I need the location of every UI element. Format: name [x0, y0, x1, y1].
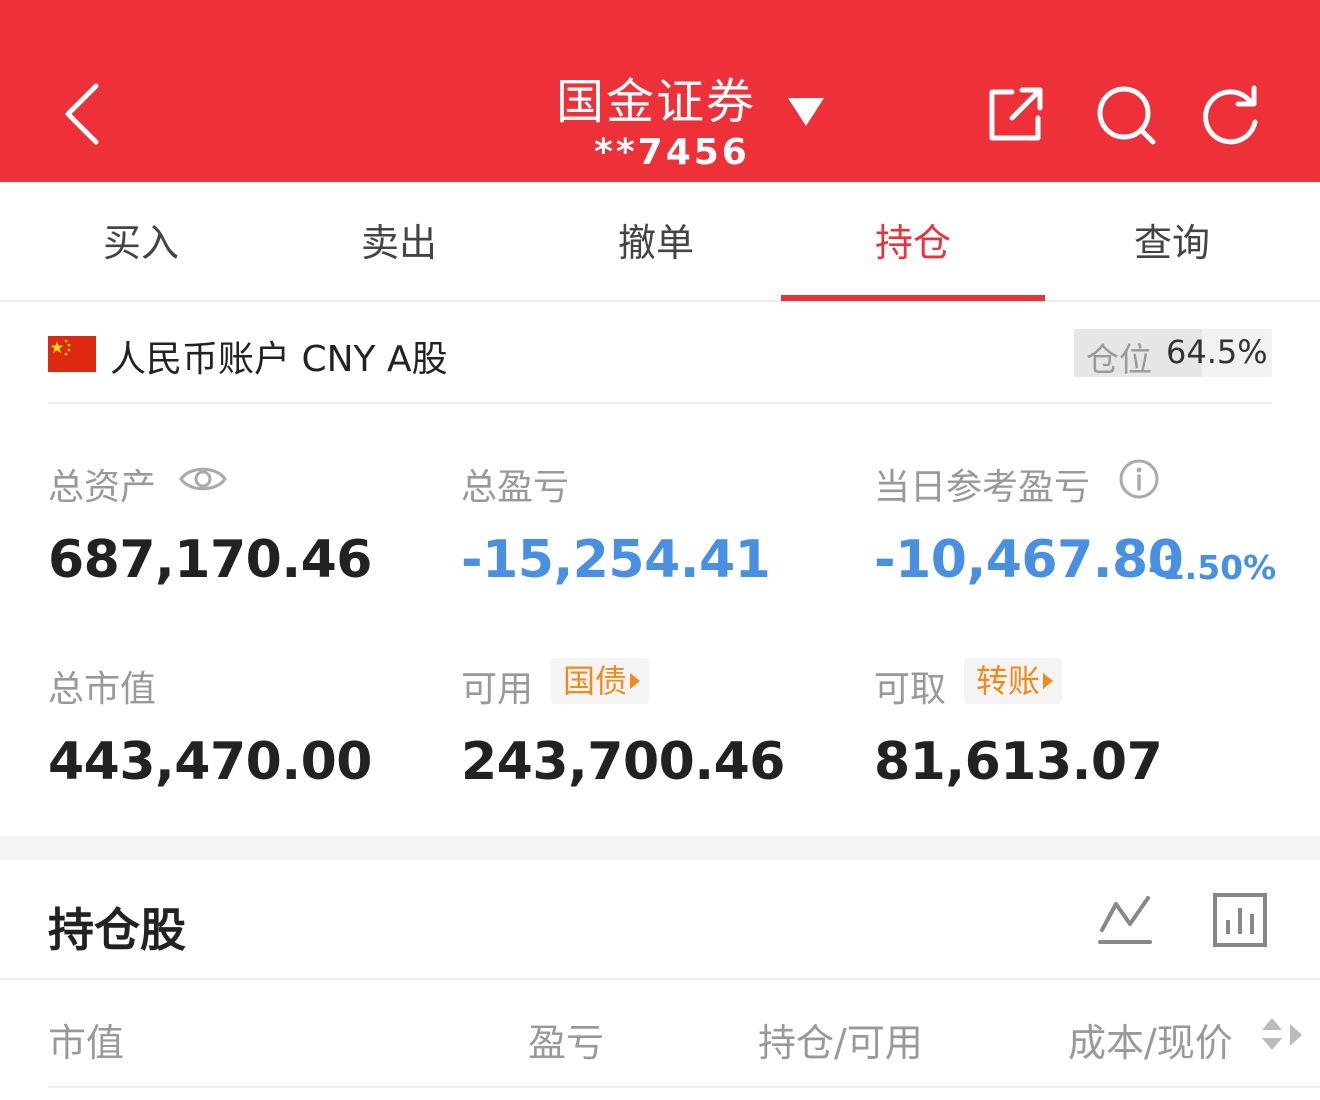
market-value-label: 总市值: [48, 669, 157, 710]
trend-line-icon: [1098, 896, 1152, 944]
share-button[interactable]: [982, 82, 1048, 148]
broker-title: 国金证券: [556, 74, 757, 130]
daily-pnl-percent: -1.50%: [1148, 548, 1277, 587]
position-value: 64.5%: [1166, 333, 1268, 371]
search-icon: [1097, 86, 1156, 145]
available-funds-block: 可用 国债 243,700.46: [461, 658, 881, 810]
account-name: 人民币账户 CNY A股: [110, 339, 448, 380]
position-label: 仓位: [1086, 340, 1152, 377]
account-row: 人民币账户 CNY A股 仓位 64.5%: [48, 302, 1272, 404]
transfer-button[interactable]: 转账: [964, 658, 1063, 704]
holdings-column-header: 市值 盈亏 持仓/可用 成本/现价: [48, 982, 1320, 1088]
tab-buy[interactable]: 买入: [9, 182, 273, 302]
arrow-right-icon: [1043, 673, 1054, 689]
trend-chart-button[interactable]: [1096, 890, 1156, 950]
back-icon: [65, 83, 99, 145]
daily-pnl-value: -10,467.80: [874, 530, 1184, 590]
column-market-value[interactable]: 市值: [48, 1012, 124, 1067]
holdings-title: 持仓股: [48, 903, 186, 957]
tab-query[interactable]: 查询: [1040, 182, 1304, 302]
total-pnl-block: 总盈亏 -15,254.41: [461, 458, 881, 608]
market-value-block: 总市值 443,470.00: [48, 660, 468, 810]
column-position-available[interactable]: 持仓/可用: [758, 1012, 923, 1067]
section-divider: [0, 836, 1320, 860]
daily-pnl-label: 当日参考盈亏: [874, 467, 1091, 508]
refresh-button[interactable]: [1198, 82, 1264, 148]
position-ratio-badge: 仓位 64.5%: [1074, 329, 1272, 377]
holdings-header: 持仓股: [0, 860, 1320, 980]
trade-tabs: 买入 卖出 撤单 持仓 查询: [0, 182, 1320, 302]
app-header: 国金证券 **7456: [0, 0, 1320, 182]
tab-sell[interactable]: 卖出: [267, 182, 531, 302]
withdrawable-block: 可取 转账 81,613.07: [874, 658, 1294, 810]
dropdown-caret-icon: [788, 98, 824, 126]
tab-holdings[interactable]: 持仓: [781, 182, 1045, 302]
total-assets-block: 总资产 687,170.46: [48, 458, 468, 608]
account-number: **7456: [594, 132, 750, 173]
withdrawable-value: 81,613.07: [874, 732, 1163, 792]
info-icon[interactable]: [1118, 458, 1160, 500]
broker-selector[interactable]: 国金证券 **7456: [520, 58, 840, 178]
total-pnl-value: -15,254.41: [461, 530, 771, 590]
eye-icon[interactable]: [178, 458, 228, 500]
withdrawable-label: 可取: [874, 669, 947, 710]
bar-chart-icon: [1213, 893, 1267, 947]
column-pnl[interactable]: 盈亏: [528, 1012, 604, 1067]
sort-icon[interactable]: [1260, 1014, 1304, 1056]
tab-cancel-order[interactable]: 撤单: [524, 182, 788, 302]
china-flag-icon: [48, 336, 96, 372]
total-pnl-label: 总盈亏: [461, 467, 570, 508]
search-button[interactable]: [1093, 82, 1159, 148]
available-funds-value: 243,700.46: [461, 732, 785, 792]
bar-chart-button[interactable]: [1210, 890, 1270, 950]
total-assets-label: 总资产: [48, 467, 157, 508]
column-cost-price[interactable]: 成本/现价: [1068, 1012, 1233, 1067]
available-funds-label: 可用: [461, 669, 534, 710]
market-value-value: 443,470.00: [48, 732, 372, 792]
treasury-bond-label: 国债: [563, 662, 628, 700]
refresh-icon: [1203, 85, 1258, 145]
arrow-right-icon: [630, 673, 641, 689]
treasury-bond-button[interactable]: 国债: [551, 658, 650, 704]
share-icon: [989, 87, 1043, 141]
active-tab-indicator: [781, 295, 1045, 301]
transfer-label: 转账: [976, 662, 1041, 700]
daily-pnl-block: 当日参考盈亏 -10,467.80 -1.50%: [874, 458, 1294, 608]
total-assets-value: 687,170.46: [48, 530, 372, 590]
back-button[interactable]: [52, 78, 116, 150]
